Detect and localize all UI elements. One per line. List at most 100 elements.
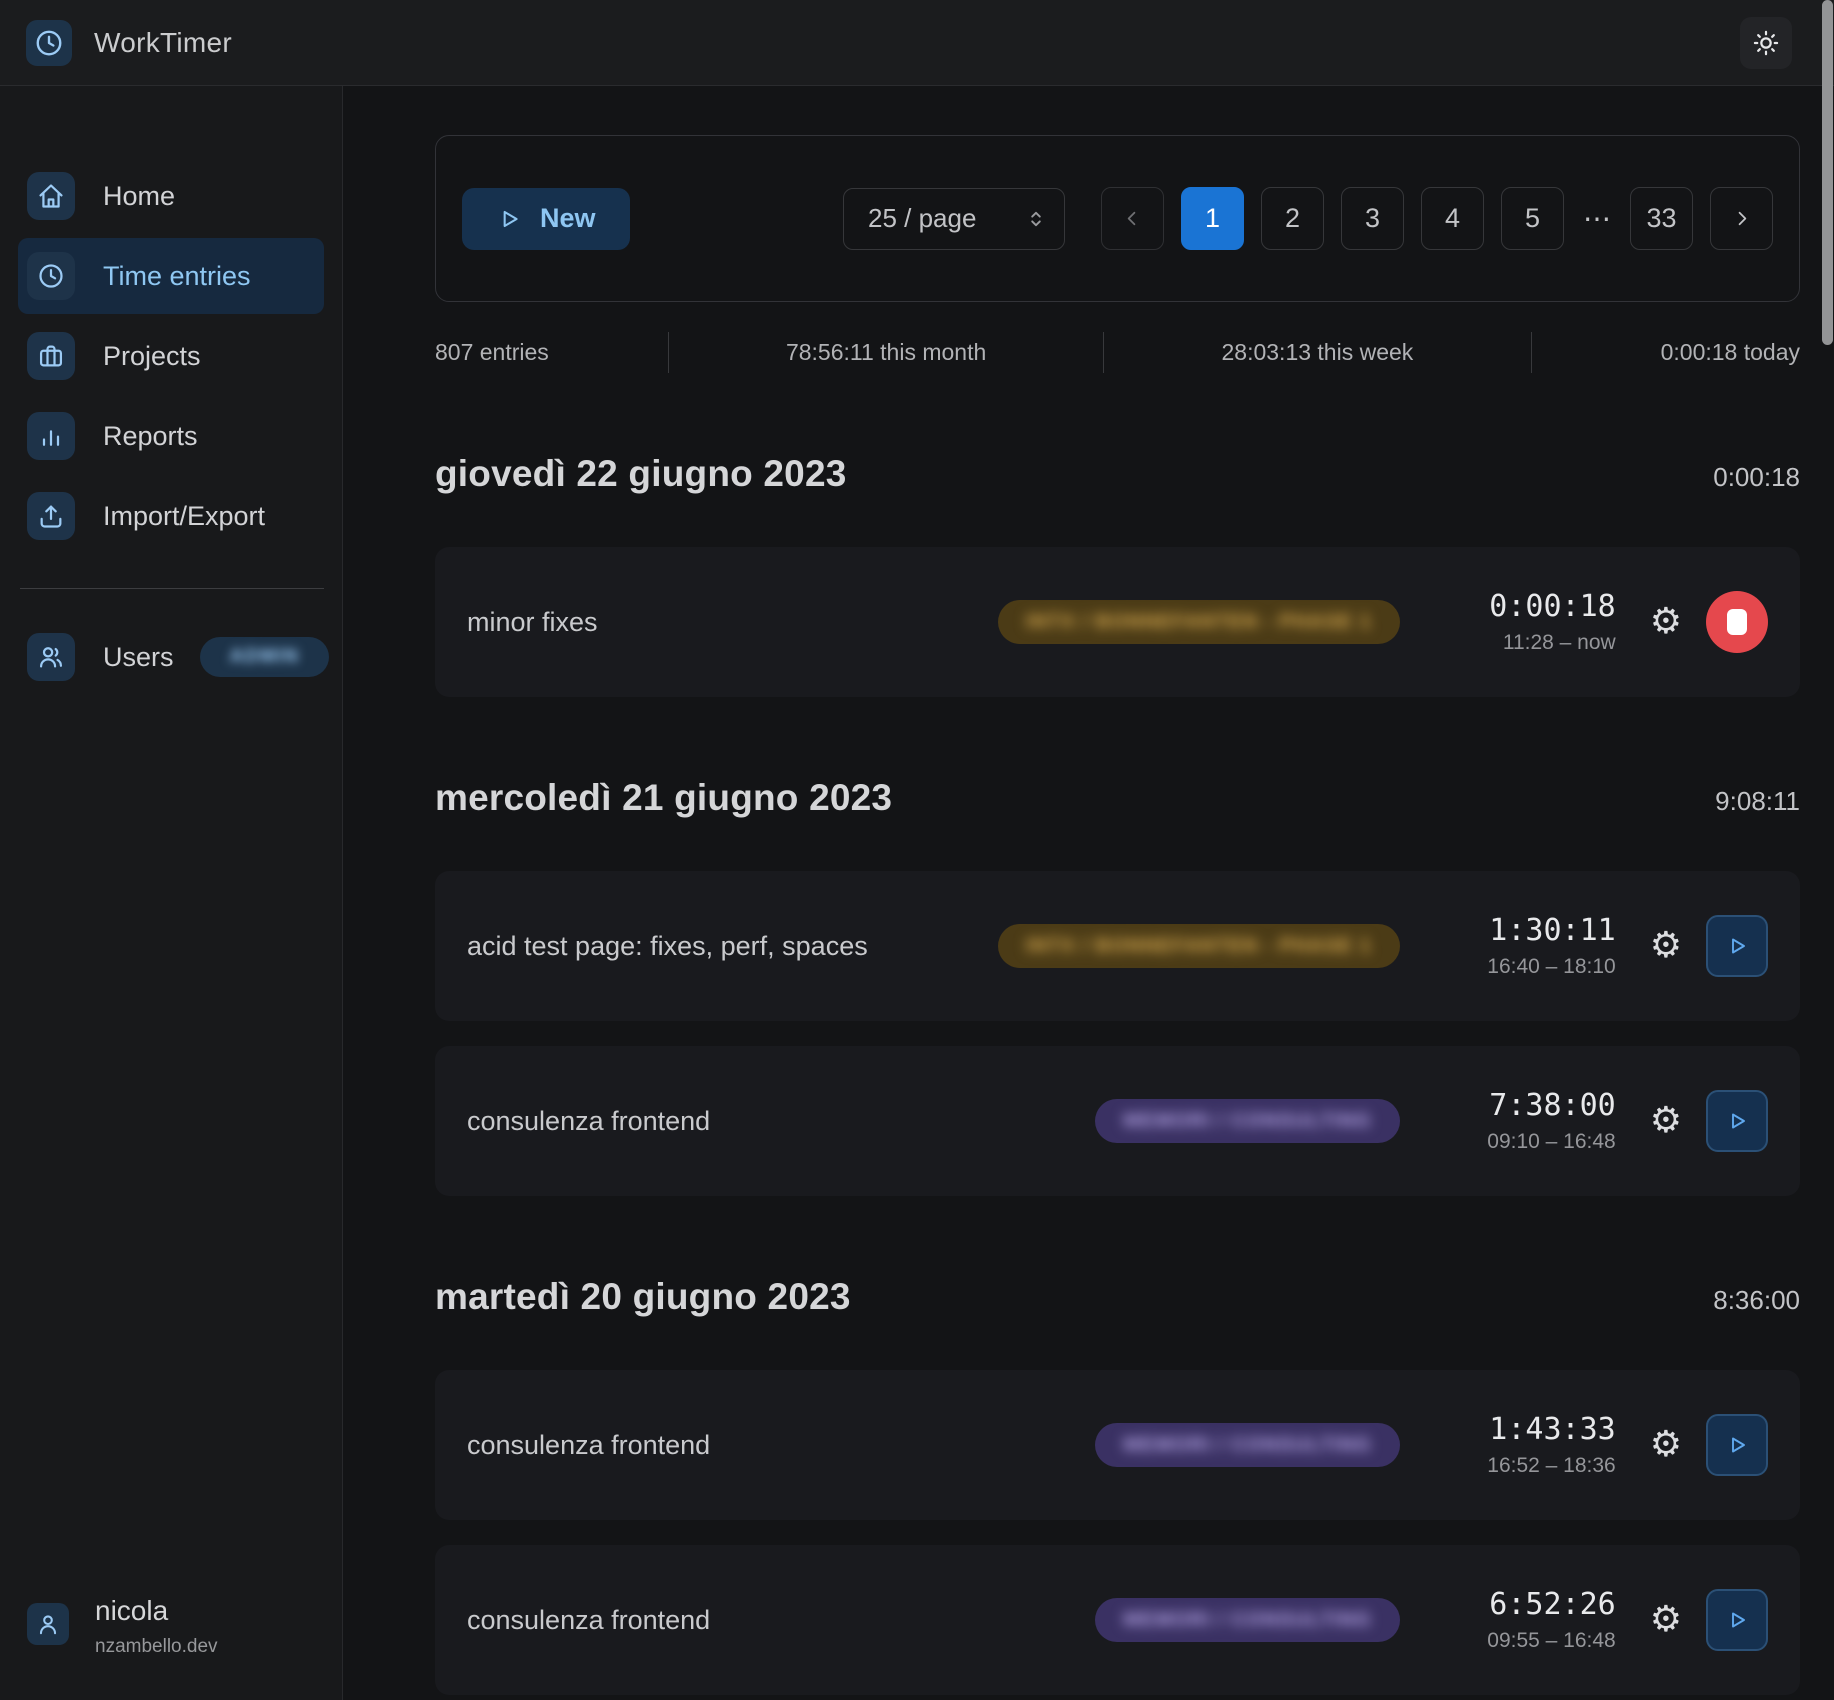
sidebar-item-reports[interactable]: Reports [18,398,324,474]
sidebar-item-users[interactable]: Users ADMIN [18,619,324,695]
project-badge[interactable]: MEMORI / CONSULTING [1095,1099,1400,1143]
entry-title: consulenza frontend [467,1106,1095,1137]
page-button-3[interactable]: 3 [1341,187,1404,250]
play-icon [1725,934,1749,958]
entry-time-range: 16:52 – 18:36 [1444,1454,1616,1478]
entry-duration: 1:43:33 [1444,1412,1616,1447]
prev-page-button[interactable] [1101,187,1164,250]
scrollbar-thumb[interactable] [1822,0,1833,345]
page-button-1[interactable]: 1 [1181,187,1244,250]
day-section: martedì 20 giugno 2023 8:36:00 consulenz… [435,1276,1800,1695]
new-entry-button[interactable]: New [462,188,630,250]
page-button-2[interactable]: 2 [1261,187,1324,250]
project-badge[interactable]: MEMORI / CONSULTING [1095,1423,1400,1467]
start-button[interactable] [1706,915,1768,977]
entry-duration: 6:52:26 [1444,1587,1616,1622]
entry-settings-button[interactable]: ⚙ [1650,1103,1682,1139]
day-header: mercoledì 21 giugno 2023 9:08:11 [435,777,1800,819]
app-title: WorkTimer [94,27,232,59]
project-badge-label: INTX / BONNEFANTEN - PHASE 1 [1026,935,1372,958]
gear-icon: ⚙ [1650,1100,1682,1141]
entry-title: consulenza frontend [467,1605,1095,1636]
play-icon [1725,1433,1749,1457]
project-badge-label: INTX / BONNEFANTEN - PHASE 1 [1026,611,1372,634]
entry-title: minor fixes [467,607,998,638]
start-button[interactable] [1706,1589,1768,1651]
entry-times: 0:00:18 11:28 – now [1444,589,1616,655]
pagination-ellipsis: ⋯ [1581,202,1613,235]
page-size-select[interactable]: 25 / page [843,188,1065,250]
profile-info: nicola nzambello.dev [95,1595,218,1658]
entry-duration: 0:00:18 [1444,589,1616,624]
bar-chart-icon [27,412,75,460]
home-icon [27,172,75,220]
last-page-button[interactable]: 33 [1630,187,1693,250]
entry-time-range: 11:28 – now [1444,631,1616,655]
stat-text: 28:03:13 this week [1222,339,1414,366]
clock-icon [27,252,75,300]
entry-list: minor fixes INTX / BONNEFANTEN - PHASE 1… [435,547,1800,697]
app-root: WorkTimer Home Time entries Projects Rep… [0,0,1834,1700]
entry-time-range: 09:10 – 16:48 [1444,1130,1616,1154]
next-page-button[interactable] [1710,187,1773,250]
pagination: 12345 ⋯ 33 [1101,187,1773,250]
sidebar-nav: Home Time entries Projects Reports Impor… [0,158,342,554]
sidebar-item-projects[interactable]: Projects [18,318,324,394]
sidebar-divider [20,588,324,589]
theme-toggle-button[interactable] [1740,17,1792,69]
new-entry-label: New [540,203,596,234]
profile[interactable]: nicola nzambello.dev [27,1595,218,1658]
project-badge[interactable]: INTX / BONNEFANTEN - PHASE 1 [998,924,1400,968]
stat-text: 807 entries [435,339,549,366]
gear-icon: ⚙ [1650,601,1682,642]
page-button-4[interactable]: 4 [1421,187,1484,250]
gear-icon: ⚙ [1650,1599,1682,1640]
chevron-up-down-icon [1024,207,1048,231]
user-icon [27,1603,69,1645]
entry-times: 1:43:33 16:52 – 18:36 [1444,1412,1616,1478]
project-badge-label: MEMORI / CONSULTING [1123,1609,1372,1632]
entry-settings-button[interactable]: ⚙ [1650,604,1682,640]
entry-settings-button[interactable]: ⚙ [1650,928,1682,964]
profile-domain: nzambello.dev [95,1636,218,1658]
day-title: mercoledì 21 giugno 2023 [435,777,892,819]
entry-settings-button[interactable]: ⚙ [1650,1427,1682,1463]
sidebar-item-import-export[interactable]: Import/Export [18,478,324,554]
entry-list: acid test page: fixes, perf, spaces INTX… [435,871,1800,1196]
sidebar-item-time-entries[interactable]: Time entries [18,238,324,314]
entry-settings-button[interactable]: ⚙ [1650,1602,1682,1638]
sidebar-item-label: Home [103,181,175,212]
day-header: giovedì 22 giugno 2023 0:00:18 [435,453,1800,495]
page-button-5[interactable]: 5 [1501,187,1564,250]
project-badge[interactable]: INTX / BONNEFANTEN - PHASE 1 [998,600,1400,644]
entry-times: 7:38:00 09:10 – 16:48 [1444,1088,1616,1154]
day-section: giovedì 22 giugno 2023 0:00:18 minor fix… [435,453,1800,697]
project-badge-label: MEMORI / CONSULTING [1123,1110,1372,1133]
chevron-right-icon [1730,207,1753,230]
time-entry-card: consulenza frontend MEMORI / CONSULTING … [435,1545,1800,1695]
topbar: WorkTimer [0,0,1834,86]
day-total: 8:36:00 [1713,1285,1800,1316]
sidebar-item-label: Users [103,642,174,673]
sun-icon [1752,29,1780,57]
time-entry-card: minor fixes INTX / BONNEFANTEN - PHASE 1… [435,547,1800,697]
admin-badge: ADMIN [200,637,330,677]
entry-title: acid test page: fixes, perf, spaces [467,931,998,962]
profile-name: nicola [95,1595,218,1627]
stop-button[interactable] [1706,591,1768,653]
stats-bar: 807 entries 78:56:11 this month 28:03:13 t… [435,332,1800,373]
play-icon [1725,1109,1749,1133]
sidebar-item-label: Time entries [103,261,251,292]
project-badge[interactable]: MEMORI / CONSULTING [1095,1598,1400,1642]
toolbar: New 25 / page 12345 ⋯ 33 [435,135,1800,302]
day-total: 9:08:11 [1715,786,1800,817]
upload-icon [27,492,75,540]
stat-text: 78:56:11 this month [786,339,986,366]
day-title: giovedì 22 giugno 2023 [435,453,847,495]
sidebar: Home Time entries Projects Reports Impor… [0,86,343,1700]
sidebar-item-home[interactable]: Home [18,158,324,234]
day-total: 0:00:18 [1713,462,1800,493]
start-button[interactable] [1706,1090,1768,1152]
day-title: martedì 20 giugno 2023 [435,1276,851,1318]
start-button[interactable] [1706,1414,1768,1476]
